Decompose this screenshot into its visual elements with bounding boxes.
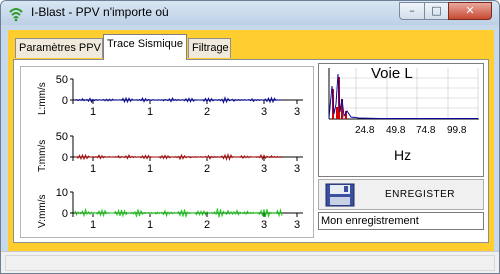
spectrum-x-label: Hz xyxy=(394,147,411,163)
tab-filtrage[interactable]: Filtrage xyxy=(188,38,231,58)
trace-x-tick-label: 2 xyxy=(204,219,210,231)
trace-x-tick-label: 3 xyxy=(294,219,300,231)
wifi-icon xyxy=(9,8,23,22)
tab-strip: Paramètres PPV Trace Sismique Filtrage xyxy=(10,30,490,60)
trace-y-label: L:mm/s xyxy=(37,82,48,115)
trace-x-tick-label: 1 xyxy=(90,163,96,175)
maximize-icon: □ xyxy=(431,4,442,17)
spectrum-x-tick-label: 99.8 xyxy=(447,125,467,136)
spectrum-x-tick-label: 24.8 xyxy=(355,125,375,136)
recording-name-input[interactable]: Mon enregistrement xyxy=(318,212,484,230)
frequency-spectrum-panel: 24.8 49.8 74.8 99.8 Voie L Hz xyxy=(318,63,484,177)
trace-x-tick-label: 2 xyxy=(204,163,210,175)
client-area: Paramètres PPV Trace Sismique Filtrage 5… xyxy=(8,30,494,267)
trace-y-tick-label: 50 xyxy=(56,74,68,86)
trace-x-tick-label: 1 xyxy=(147,106,153,118)
trace-y-tick-label: 10 xyxy=(56,187,68,199)
trace-x-tick-label: 3 xyxy=(294,163,300,175)
maximize-button[interactable]: □ xyxy=(424,2,449,20)
spectrum-bar xyxy=(336,107,338,119)
trace-x-tick-label: 2 xyxy=(204,106,210,118)
trace-y-label: T:mm/s xyxy=(37,140,48,172)
trace-signal xyxy=(74,152,283,162)
trace-signal xyxy=(74,207,283,219)
window-title: I-Blast - PPV n'importe où xyxy=(31,5,169,19)
trace-y-tick-label: 0 xyxy=(62,152,68,164)
trace-x-tick-label: 1 xyxy=(90,219,96,231)
spectrum-x-tick-label: 74.8 xyxy=(416,125,436,136)
floppy-disk-icon xyxy=(325,183,355,207)
trace-y-tick-label: 0 xyxy=(62,95,68,107)
spectrum-title: Voie L xyxy=(371,65,413,82)
trace-x-tick-label: 1 xyxy=(147,163,153,175)
save-button[interactable]: ENREGISTER xyxy=(318,179,484,210)
tab-page-trace-sismique: 50 0 1 1 2 3 3 L:mm/s 50 0 1 1 2 3 3 T:mm/s 10 0 1 1 2 3 3 V:mm… xyxy=(13,59,489,243)
trace-y-tick-label: 50 xyxy=(56,131,68,143)
app-window: I-Blast - PPV n'importe où – □ ✕ Paramèt… xyxy=(0,0,500,274)
trace-x-tick-label: 1 xyxy=(90,106,96,118)
trace-signal xyxy=(74,95,283,105)
spectrum-x-tick-label: 49.8 xyxy=(386,125,406,136)
save-button-label: ENREGISTER xyxy=(384,189,455,200)
close-button[interactable]: ✕ xyxy=(448,2,492,20)
tab-parametres-ppv[interactable]: Paramètres PPV xyxy=(15,38,103,58)
minimize-button[interactable]: – xyxy=(399,2,425,20)
close-icon: ✕ xyxy=(465,4,475,17)
trace-x-tick-label: 3 xyxy=(261,106,267,118)
status-bar xyxy=(1,251,499,273)
trace-x-tick-label: 3 xyxy=(261,219,267,231)
seismic-traces-panel: 50 0 1 1 2 3 3 L:mm/s 50 0 1 1 2 3 3 T:mm/s 10 0 1 1 2 3 3 V:mm… xyxy=(20,66,314,238)
title-bar[interactable]: I-Blast - PPV n'importe où – □ ✕ xyxy=(1,1,499,25)
trace-x-tick-label: 3 xyxy=(261,163,267,175)
seismic-traces-chart: 50 0 1 1 2 3 3 L:mm/s 50 0 1 1 2 3 3 T:mm/s 10 0 1 1 2 3 3 V:mm… xyxy=(37,74,303,231)
minimize-icon: – xyxy=(409,4,415,17)
trace-x-tick-label: 3 xyxy=(294,106,300,118)
tab-trace-sismique[interactable]: Trace Sismique xyxy=(103,34,187,60)
trace-x-tick-label: 1 xyxy=(147,219,153,231)
trace-y-label: V:mm/s xyxy=(37,194,48,228)
trace-y-tick-label: 0 xyxy=(62,208,68,220)
status-bar-panel xyxy=(5,255,495,271)
trace-2: 50 0 1 1 2 3 3 T:mm/s xyxy=(37,131,303,175)
frequency-spectrum-chart: 24.8 49.8 74.8 99.8 Voie L Hz xyxy=(328,65,479,163)
trace-1: 50 0 1 1 2 3 3 L:mm/s xyxy=(37,74,303,118)
trace-3: 10 0 1 1 2 3 3 V:mm/s xyxy=(37,187,303,231)
